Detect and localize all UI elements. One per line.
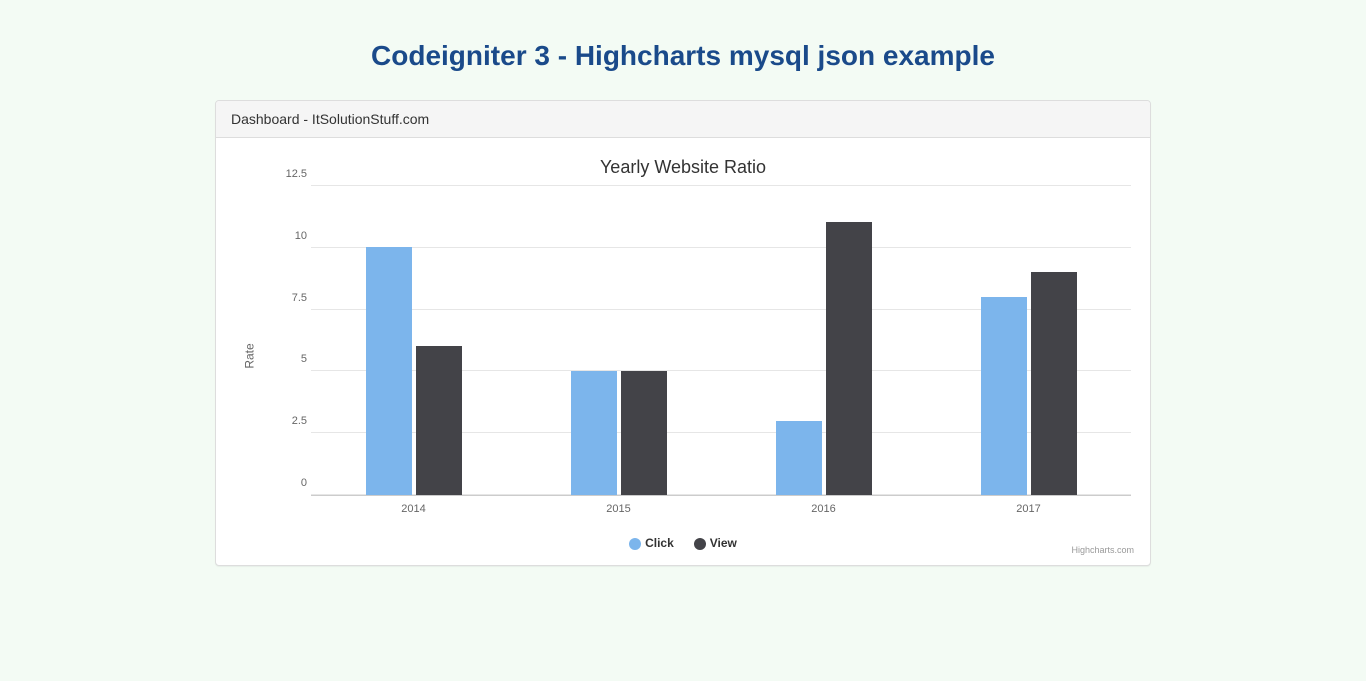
panel-heading: Dashboard - ItSolutionStuff.com <box>216 101 1150 138</box>
panel: Dashboard - ItSolutionStuff.com Yearly W… <box>215 100 1151 566</box>
bar-view-2015[interactable] <box>621 371 667 495</box>
legend-item-view[interactable]: View <box>694 536 737 550</box>
gridline <box>311 185 1131 186</box>
y-tick-label: 5 <box>279 353 307 365</box>
panel-body: Yearly Website Ratio Rate 02.557.51012.5… <box>216 138 1150 565</box>
chart-plot[interactable]: 02.557.51012.52014201520162017 <box>311 186 1131 496</box>
x-tick-label: 2015 <box>589 503 649 515</box>
y-tick-label: 7.5 <box>279 292 307 304</box>
y-tick-label: 0 <box>279 477 307 489</box>
legend-swatch-icon <box>694 538 706 550</box>
bar-click-2014[interactable] <box>366 247 412 495</box>
legend-label: Click <box>645 536 674 550</box>
chart-legend: Click View <box>231 536 1135 550</box>
y-axis-label: Rate <box>243 343 257 368</box>
legend-item-click[interactable]: Click <box>629 536 674 550</box>
x-tick-label: 2017 <box>999 503 1059 515</box>
y-tick-label: 10 <box>279 230 307 242</box>
bar-click-2016[interactable] <box>776 421 822 495</box>
bar-view-2016[interactable] <box>826 222 872 495</box>
bar-click-2015[interactable] <box>571 371 617 495</box>
gridline <box>311 247 1131 248</box>
chart-area: Rate 02.557.51012.52014201520162017 <box>281 186 1125 526</box>
chart-title: Yearly Website Ratio <box>231 157 1135 178</box>
bar-view-2017[interactable] <box>1031 272 1077 495</box>
legend-label: View <box>710 536 737 550</box>
bar-view-2014[interactable] <box>416 346 462 495</box>
legend-swatch-icon <box>629 538 641 550</box>
x-tick-label: 2016 <box>794 503 854 515</box>
y-tick-label: 2.5 <box>279 415 307 427</box>
chart-credits-link[interactable]: Highcharts.com <box>1071 545 1134 555</box>
x-tick-label: 2014 <box>384 503 444 515</box>
y-tick-label: 12.5 <box>279 168 307 180</box>
bar-click-2017[interactable] <box>981 297 1027 495</box>
page-title: Codeigniter 3 - Highcharts mysql json ex… <box>0 40 1366 72</box>
